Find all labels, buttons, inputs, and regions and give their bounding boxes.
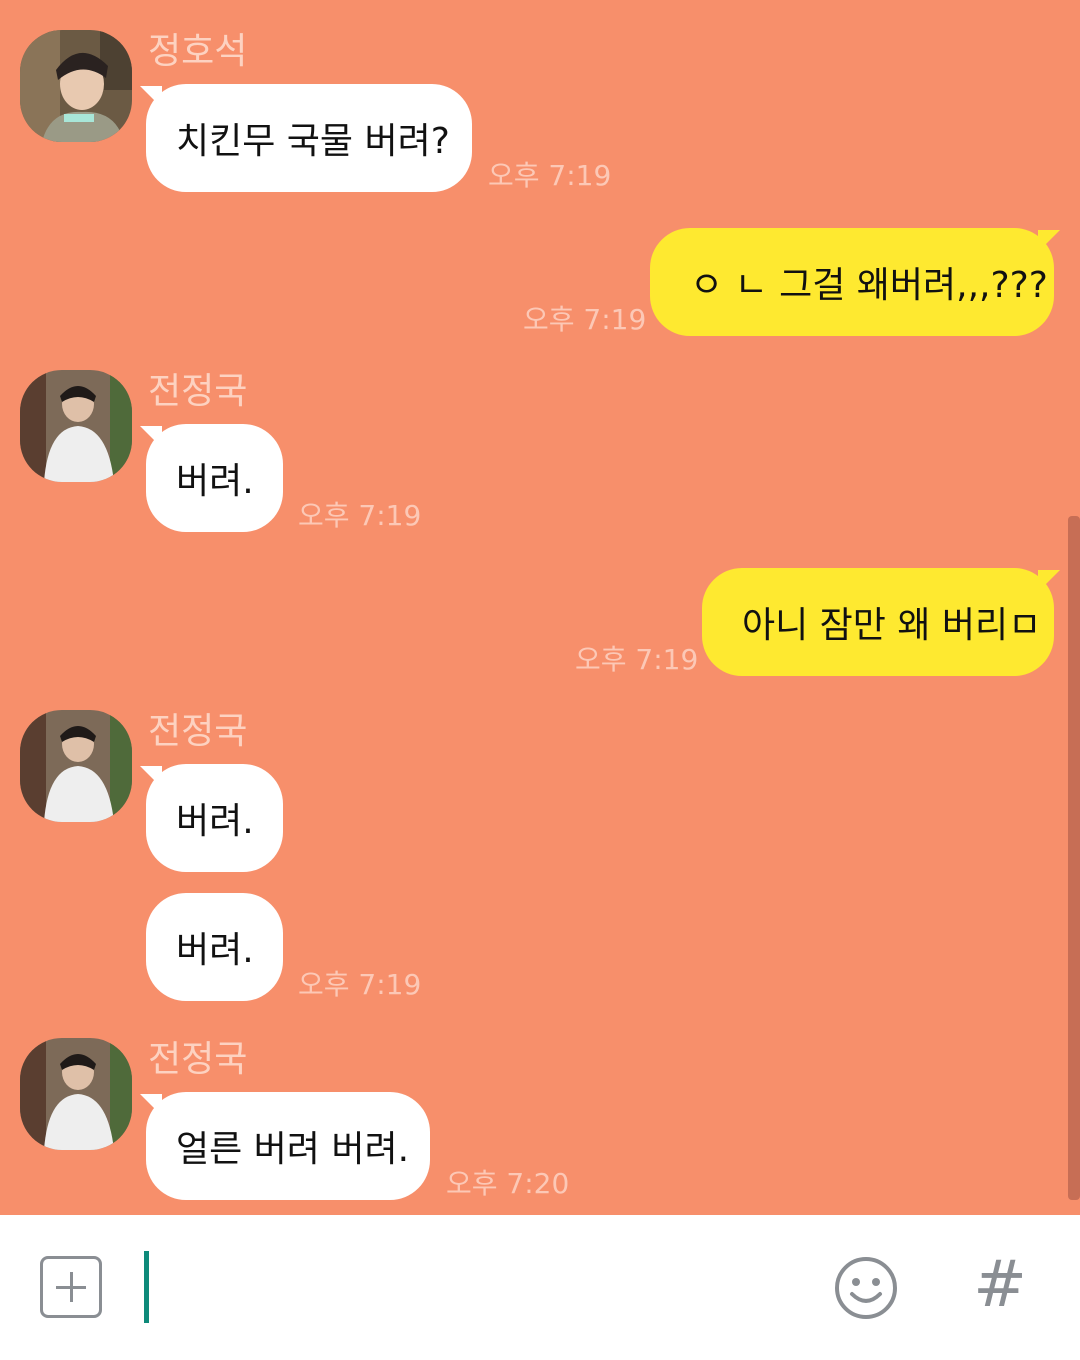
message-text: 버려. bbox=[176, 801, 254, 842]
scrollbar[interactable] bbox=[1068, 516, 1080, 1200]
message-bubble[interactable]: 버려. bbox=[146, 764, 283, 872]
message-text: 얼른 버려 버려. bbox=[176, 1129, 410, 1170]
plus-icon[interactable] bbox=[40, 1256, 102, 1318]
message-text: 버려. bbox=[176, 930, 254, 971]
message-text: 버려. bbox=[176, 461, 254, 502]
message-time: 오후 7:19 bbox=[298, 968, 422, 1001]
sender-name: 정호석 bbox=[148, 31, 248, 72]
avatar-jeon-jungkook[interactable] bbox=[20, 370, 132, 482]
message-bubble[interactable]: ㅇ ㄴ 그걸 왜버려,,,??? bbox=[650, 228, 1054, 336]
message-time: 오후 7:19 bbox=[523, 303, 647, 336]
input-bar bbox=[0, 1215, 1080, 1360]
hashtag-button[interactable]: # bbox=[970, 1250, 1030, 1320]
message-text: ㅇ ㄴ 그걸 왜버려,,,??? bbox=[690, 265, 1048, 306]
message-time: 오후 7:19 bbox=[488, 159, 612, 192]
avatar-jung-hoseok[interactable] bbox=[20, 30, 132, 142]
message-time: 오후 7:20 bbox=[446, 1167, 570, 1200]
smiley-icon[interactable] bbox=[834, 1256, 898, 1320]
message-bubble[interactable]: 얼른 버려 버려. bbox=[146, 1092, 430, 1200]
message-text: 아니 잠만 왜 버리ㅁ bbox=[742, 605, 1042, 646]
message-bubble[interactable]: 아니 잠만 왜 버리ㅁ bbox=[702, 568, 1054, 676]
text-caret bbox=[144, 1251, 149, 1323]
sender-name: 전정국 bbox=[148, 371, 248, 412]
message-time: 오후 7:19 bbox=[575, 643, 699, 676]
message-text: 치킨무 국물 버려? bbox=[176, 121, 450, 162]
avatar-jeon-jungkook[interactable] bbox=[20, 1038, 132, 1150]
sender-name: 전정국 bbox=[148, 711, 248, 752]
message-input[interactable] bbox=[142, 1245, 816, 1335]
message-bubble[interactable]: 치킨무 국물 버려? bbox=[146, 84, 472, 192]
sender-name: 전정국 bbox=[148, 1039, 248, 1080]
message-bubble[interactable]: 버려. bbox=[146, 893, 283, 1001]
message-bubble[interactable]: 버려. bbox=[146, 424, 283, 532]
avatar-jeon-jungkook[interactable] bbox=[20, 710, 132, 822]
message-time: 오후 7:19 bbox=[298, 499, 422, 532]
chat-area[interactable]: 정호석 치킨무 국물 버려? 오후 7:19 ㅇ ㄴ 그걸 왜버려,,,??? … bbox=[0, 0, 1080, 1215]
